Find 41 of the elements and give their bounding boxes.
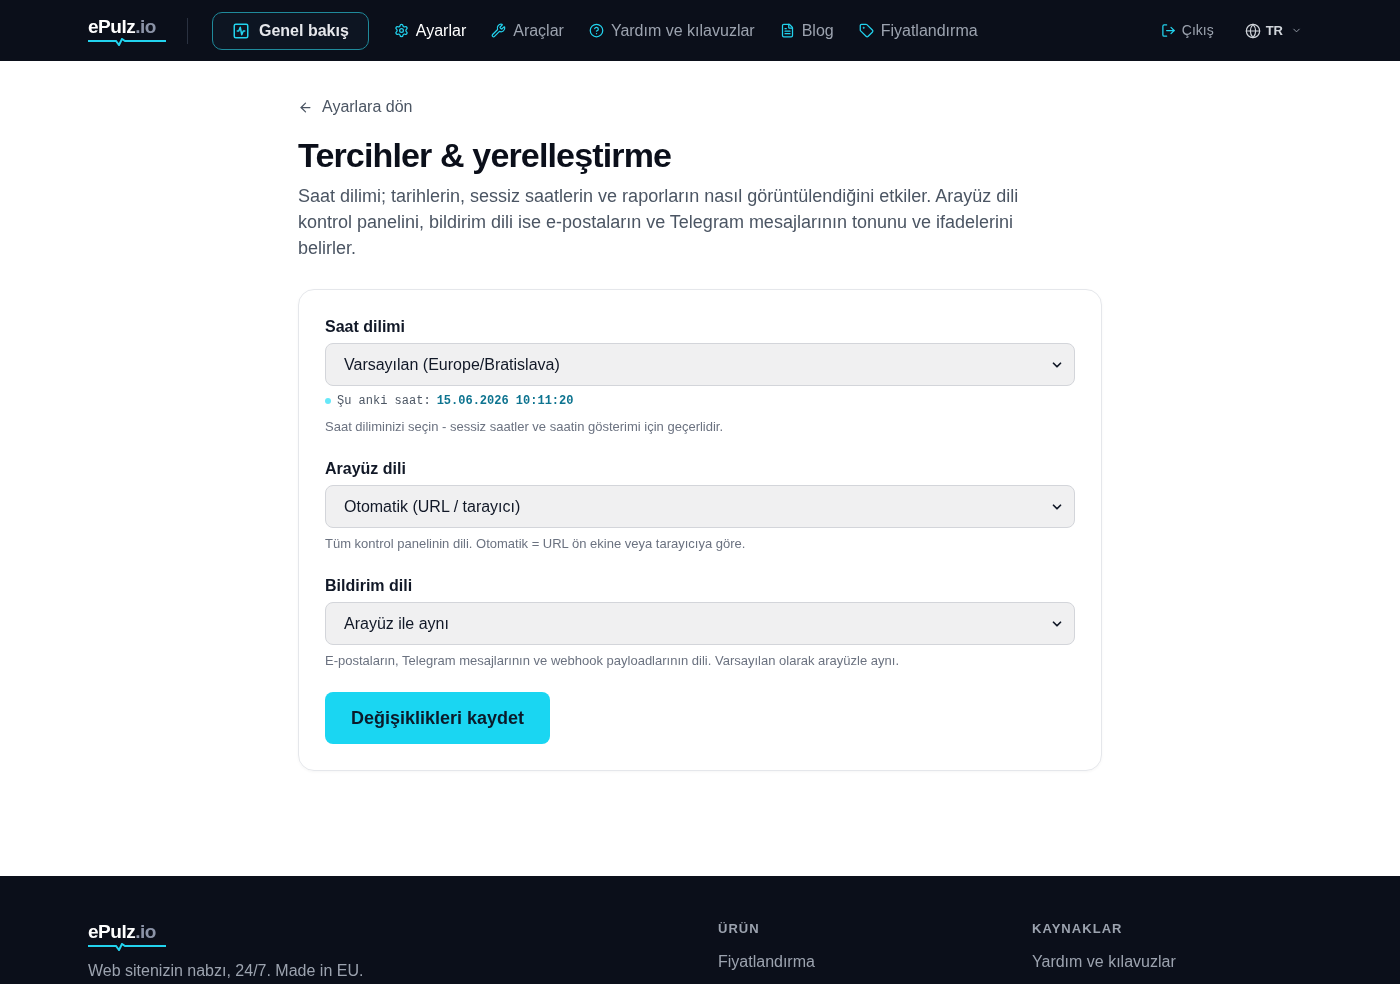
heartbeat-line-icon (88, 37, 166, 46)
field-hint: E-postaların, Telegram mesajlarının ve webhook payloadlarının dili. Varsayılan olarak arayüzle aynı. (325, 653, 900, 669)
logo-link[interactable]: ePulz.io (88, 921, 166, 951)
field-label: Saat dilimi (325, 317, 407, 337)
field-hint: Saat diliminizi seçin - sessiz saatler ve saatin gösterimi için geçerlidir. (325, 419, 725, 435)
page-description: Saat dilimi; tarihlerin, sessiz saatlerin ve raporların nasıl görüntülendiğini etkiler. Arayüz dili kontrol panelini, bildirim dili ise e-postaların ve Telegram mesajlarının tonunu ve ifadelerini belirler. (298, 185, 1020, 260)
logout-icon (1160, 23, 1176, 38)
footer-link[interactable]: Yardım ve kılavuzlar (1032, 950, 1176, 974)
page-title: Tercihler & yerelleştirme (298, 135, 673, 175)
save-button[interactable]: Değişiklikleri kaydet (325, 692, 551, 744)
select-field[interactable]: Varsayılan (Europe/Bratislava) (325, 343, 1075, 386)
heartbeat-line-icon (88, 943, 166, 951)
field-hint: Tüm kontrol panelinin dili. Otomatik = URL ön ekine veya tarayıcıya göre. (325, 536, 747, 552)
nav-link[interactable]: Fiyatlandırma (858, 18, 978, 43)
footer-tagline: Web sitenizin nabzı, 24/7. Made in EU. (88, 961, 365, 981)
footer-column-heading: KAYNAKLAR (1032, 921, 1124, 937)
footer-link[interactable]: Fiyatlandırma (718, 950, 815, 974)
nav-link[interactable]: Ayarlar (393, 18, 467, 43)
logout-link[interactable]: Çıkış (1160, 20, 1214, 41)
logo-link[interactable]: ePulz.io (88, 15, 166, 46)
nav-link[interactable]: Yardım ve kılavuzlar (588, 18, 755, 43)
nav-link[interactable]: Blog (779, 18, 834, 43)
current-time-label: Şu anki saat: (337, 393, 431, 410)
document-icon (779, 23, 795, 38)
footer-column-heading: ÜRÜN (718, 921, 761, 937)
gear-icon (393, 23, 409, 38)
help-icon (588, 23, 604, 38)
tag-icon (858, 23, 874, 38)
select-field[interactable]: Arayüz ile aynı (325, 602, 1075, 645)
language-selector[interactable]: TR (1244, 20, 1302, 41)
field-label: Bildirim dili (325, 576, 414, 596)
nav-link[interactable]: Araçlar (491, 18, 564, 43)
field-label: Arayüz dili (325, 459, 407, 479)
back-link[interactable]: Ayarlara dön (298, 97, 413, 117)
nav-button[interactable]: Genel bakış (212, 11, 369, 50)
globe-icon (1244, 22, 1261, 39)
status-dot-icon (325, 398, 331, 404)
pulse-monitor-icon (232, 21, 250, 40)
wrench-icon (491, 23, 507, 38)
select-field[interactable]: Otomatik (URL / tarayıcı) (325, 485, 1075, 528)
current-time-value: 15.06.2026 10:11:20 (436, 393, 574, 410)
